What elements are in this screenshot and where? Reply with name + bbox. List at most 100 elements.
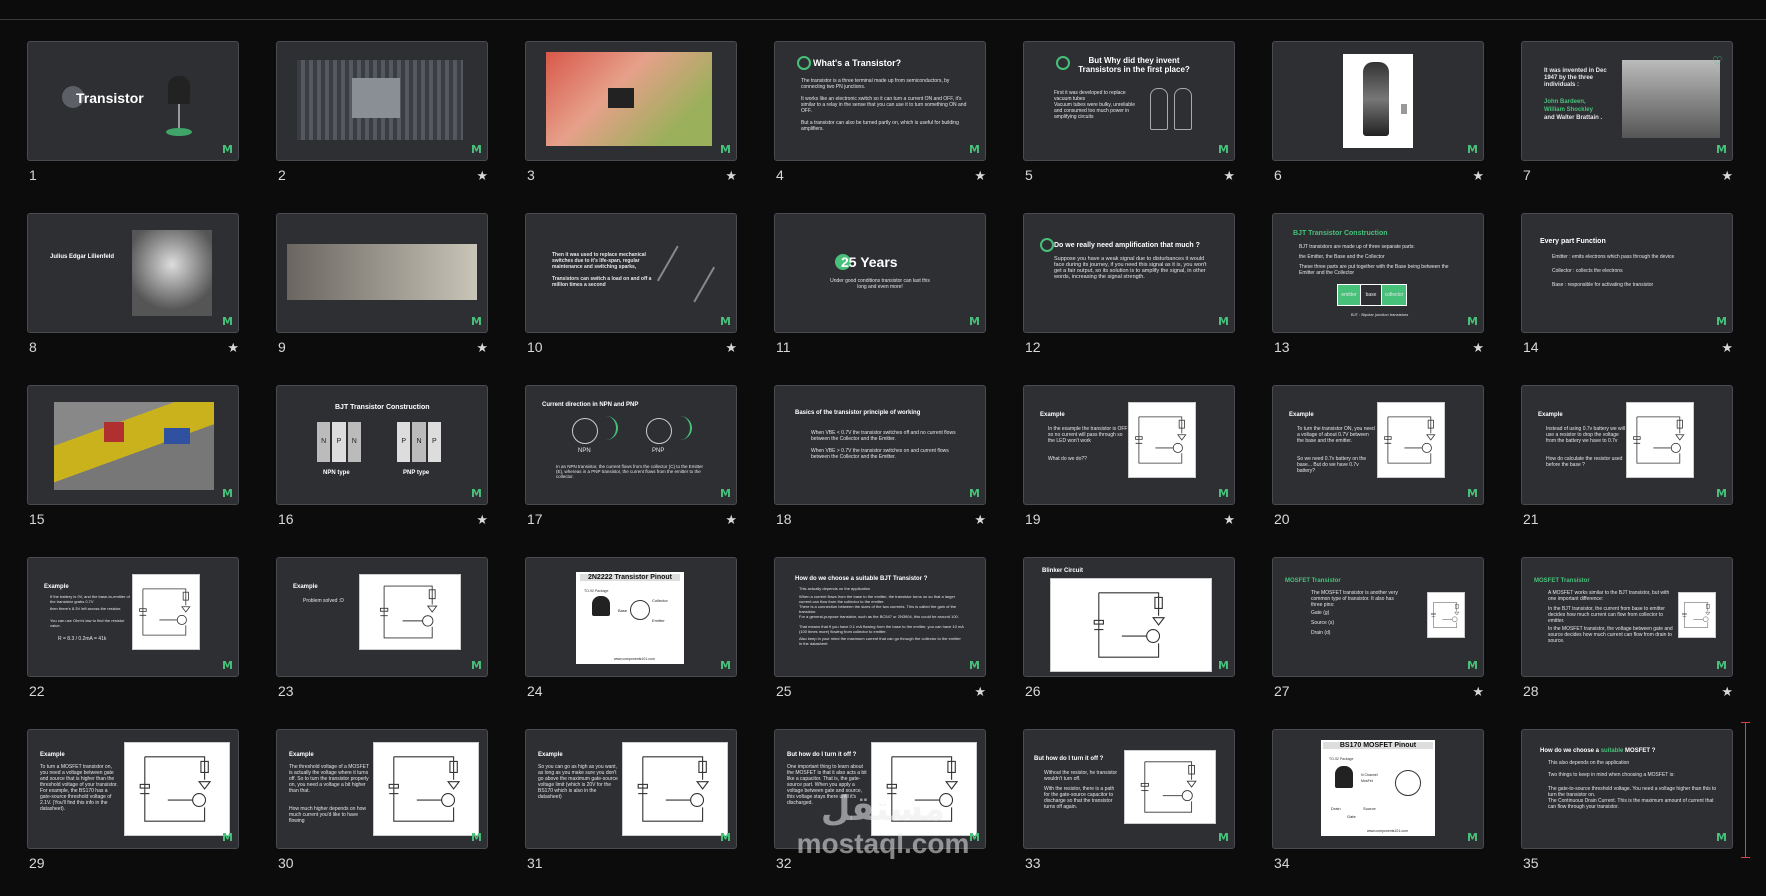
slide-number: 3 xyxy=(527,167,535,183)
slide-number: 22 xyxy=(29,683,45,699)
slide-preview[interactable]: M xyxy=(276,213,488,333)
slide-preview[interactable]: 25 Years Under good conditions transistor… xyxy=(774,213,986,333)
slide-preview[interactable]: It was invented in Dec 1947 by the three… xyxy=(1521,41,1733,161)
slide-text: That means that if you have 0.1 mA flowi… xyxy=(799,624,964,634)
slide-preview[interactable]: Example So you can go as high as you want… xyxy=(525,729,737,849)
slide-preview[interactable]: Current direction in NPN and PNP NPN PNP In… xyxy=(525,385,737,505)
slide-number: 20 xyxy=(1274,511,1290,527)
slide-text: www.components101.com xyxy=(1367,829,1408,833)
star-icon: ★ xyxy=(974,168,986,183)
slide-preview[interactable]: M xyxy=(27,385,239,505)
slide-title: Blinker Circuit xyxy=(1042,568,1084,574)
slide-preview[interactable]: MOSFET Transistor A MOSFET works similar … xyxy=(1521,557,1733,677)
brand-logo-icon: M xyxy=(222,315,233,328)
slide-number: 2 xyxy=(278,167,286,183)
current-arrow-icon xyxy=(602,416,618,440)
label-npn: NPN type xyxy=(323,470,350,476)
brand-logo-icon: M xyxy=(969,487,980,500)
slide-preview[interactable]: BS170 MOSFET Pinout TO-92 Package N Channe… xyxy=(1272,729,1484,849)
circuit-diagram xyxy=(1124,750,1216,824)
npn-diagram: NPN xyxy=(317,422,361,462)
motherboard-photo xyxy=(297,60,463,140)
slide-number: 23 xyxy=(278,683,294,699)
slide-preview[interactable]: BJT Transistor Construction BJT transisto… xyxy=(1272,213,1484,333)
slide-preview[interactable]: Julius Edgar Lilienfeld M xyxy=(27,213,239,333)
slide-text: Gate (g) xyxy=(1311,610,1330,616)
brand-logo-icon: M xyxy=(720,487,731,500)
current-arrow-icon xyxy=(676,416,692,440)
slide-preview[interactable]: M xyxy=(525,41,737,161)
slide-preview[interactable]: Blinker Circuit M xyxy=(1023,557,1235,677)
slide-number: 26 xyxy=(1025,683,1041,699)
slide-preview[interactable]: MOSFET Transistor The MOSFET transistor i… xyxy=(1272,557,1484,677)
slide-number: 28 xyxy=(1523,683,1539,699)
slide-preview[interactable]: Every part Function Emitter : emits elect… xyxy=(1521,213,1733,333)
slide-preview[interactable]: Then it was used to replace mechanical s… xyxy=(525,213,737,333)
slide-preview[interactable]: Example Problem solved :D M xyxy=(276,557,488,677)
star-icon: ★ xyxy=(1472,340,1484,355)
slide-preview[interactable]: Example To turn a MOSFET transistor on, y… xyxy=(27,729,239,849)
slide-title: Transistor xyxy=(76,90,144,106)
pnp-symbol-icon xyxy=(646,418,672,444)
pnp-diagram: PNP xyxy=(397,422,441,462)
slide-text: It works like an electronic switch so it… xyxy=(801,96,967,114)
slide-preview[interactable]: Example To turn the transistor ON, you ne… xyxy=(1272,385,1484,505)
slide-preview[interactable]: Example In the example the transistor is … xyxy=(1023,385,1235,505)
slide-number: 19 xyxy=(1025,511,1041,527)
circuit-diagram-icon xyxy=(637,756,710,822)
slide-number: 6 xyxy=(1274,167,1282,183)
slide-text: In an NPN transistor, the current flows … xyxy=(556,464,704,479)
slide-preview[interactable]: 2N2222 Transistor Pinout TO-92 Package Col… xyxy=(525,557,737,677)
slide-text: Instead of using 0.7v battery we will us… xyxy=(1546,426,1625,444)
slide-number: 33 xyxy=(1025,855,1041,871)
brand-logo-icon: M xyxy=(1218,315,1229,328)
star-icon: ★ xyxy=(1223,168,1235,183)
vertical-scrollbar[interactable] xyxy=(1741,722,1750,858)
slide-preview[interactable]: Example Instead of using 0.7v battery we … xyxy=(1521,385,1733,505)
slide-text: Source (s) xyxy=(1311,620,1335,626)
slide-number: 35 xyxy=(1523,855,1539,871)
slide-text: In the BJT transistor, the current from … xyxy=(1548,606,1665,624)
slide-preview[interactable]: M xyxy=(276,41,488,161)
slide-text: When a current flows from the base to th… xyxy=(799,594,956,604)
slide-preview[interactable]: But Why did they invent Transistors in t… xyxy=(1023,41,1235,161)
label-npn: NPN xyxy=(578,448,591,454)
slide-title: 25 Years xyxy=(841,254,898,270)
brand-logo-icon: M xyxy=(720,659,731,672)
slide-text: Without the resistor, he transistor woul… xyxy=(1044,770,1118,782)
brand-logo-icon: M xyxy=(471,487,482,500)
magnifier-icon xyxy=(797,56,811,70)
slide-preview[interactable]: How do we choose a suitable MOSFET ? This… xyxy=(1521,729,1733,849)
brand-logo-icon: M xyxy=(1716,315,1727,328)
slide-text: If the battery is 9V, and the base-to-em… xyxy=(50,594,130,604)
circuit-diagram xyxy=(1128,402,1196,478)
circuit-diagram-icon xyxy=(1682,602,1711,628)
slide-preview[interactable]: BJT Transistor Construction N P N P N P NPN typ… xyxy=(276,385,488,505)
slide-text: The transistor is a three terminal made … xyxy=(801,78,950,90)
slide-preview[interactable]: Transistor M xyxy=(27,41,239,161)
slide-text: Vacuum tubes were bulky, unreliable and … xyxy=(1054,102,1135,120)
slide-number: 31 xyxy=(527,855,543,871)
mosfet-symbol-icon xyxy=(1395,770,1421,796)
brand-logo-icon: M xyxy=(1467,659,1478,672)
slide-title: Julius Edgar Lilienfeld xyxy=(50,254,115,260)
star-icon: ★ xyxy=(974,684,986,699)
circuit-diagram-icon xyxy=(1135,416,1187,464)
slide-preview[interactable]: What's a Transistor? The transistor is a … xyxy=(774,41,986,161)
slide-text: It was invented in Dec 1947 by the three… xyxy=(1544,68,1607,88)
slide-title: Do we really need amplification that muc… xyxy=(1054,242,1200,249)
star-icon: ★ xyxy=(1472,684,1484,699)
slide-preview[interactable]: Example The threshold voltage of a MOSFET… xyxy=(276,729,488,849)
slide-text: and Walter Brattain . xyxy=(1544,115,1603,121)
slide-preview[interactable]: Basics of the transistor principle of wo… xyxy=(774,385,986,505)
brand-logo-icon: M xyxy=(1467,315,1478,328)
slide-text: When VBE > 0.7V the transistor switches … xyxy=(811,448,949,460)
slide-preview[interactable]: But how do I turn it off ? Without the re… xyxy=(1023,729,1235,849)
slide-preview[interactable]: Example If the battery is 9V, and the bas… xyxy=(27,557,239,677)
slide-preview[interactable]: Do we really need amplification that muc… xyxy=(1023,213,1235,333)
slide-preview[interactable]: How do we choose a suitable BJT Transist… xyxy=(774,557,986,677)
slide-preview[interactable]: M xyxy=(1272,41,1484,161)
slide-text: William Shockley xyxy=(1544,107,1593,113)
slide-text: You can use Ohm's law to find the resist… xyxy=(50,618,125,628)
brand-logo-icon: M xyxy=(1218,143,1229,156)
